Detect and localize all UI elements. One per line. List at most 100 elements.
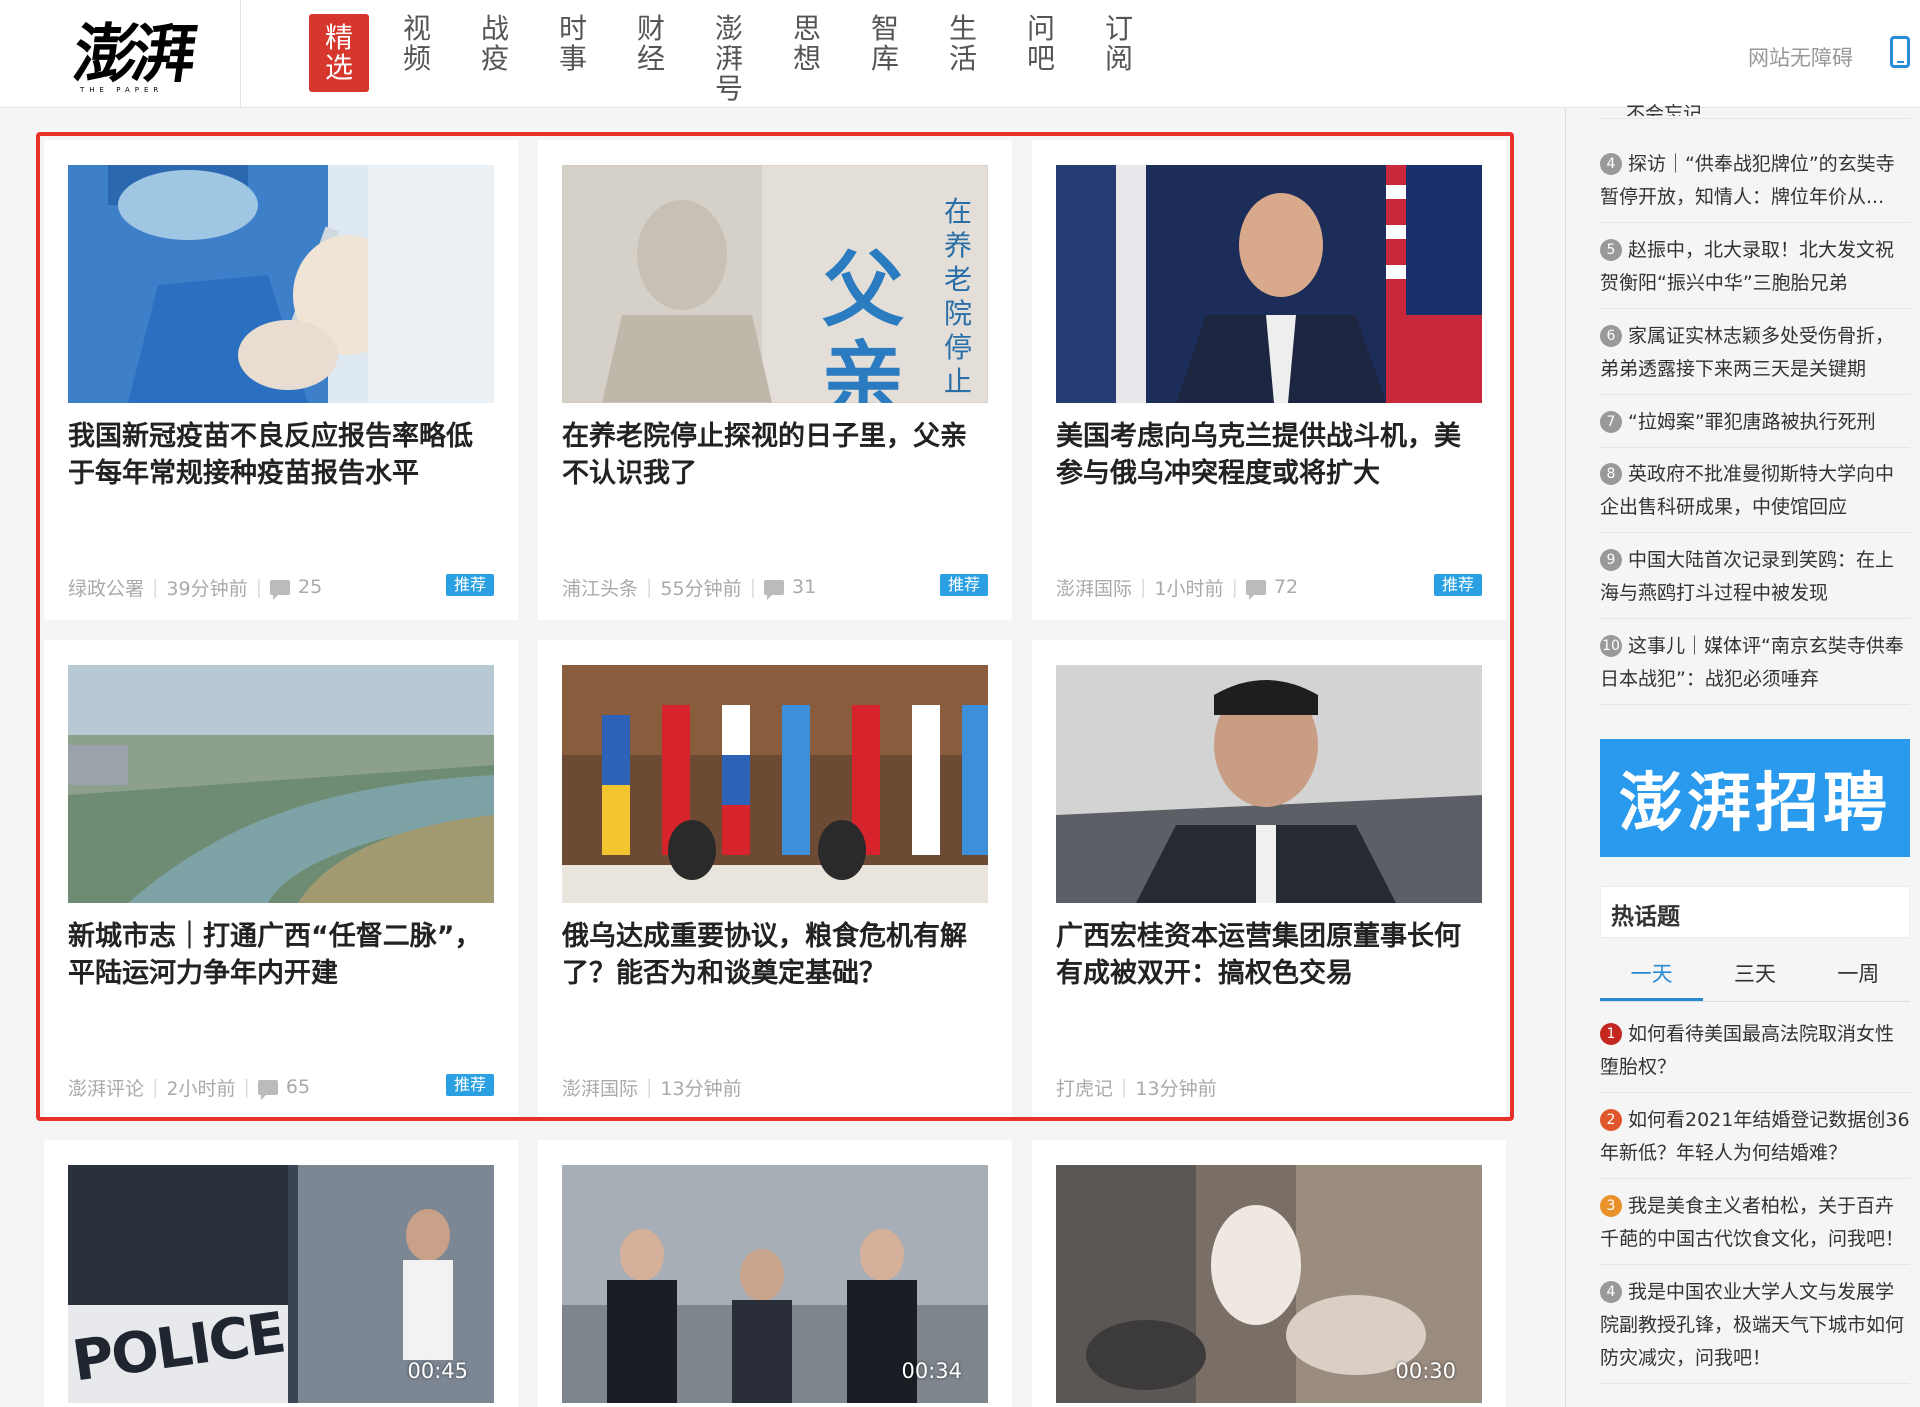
news-title[interactable]: 美国考虑向乌克兰提供战斗机，美参与俄乌冲突程度或将扩大 — [1056, 418, 1482, 492]
hot-topic-text: 我是美食主义者柏松，关于百卉千葩的中国古代饮食文化，问我吧！ — [1600, 1195, 1905, 1250]
news-thumbnail[interactable] — [562, 665, 988, 903]
news-time: 2小时前 — [166, 1077, 236, 1100]
news-time: 13分钟前 — [660, 1077, 742, 1100]
nav-item-finance[interactable]: 财经 — [612, 14, 690, 94]
tab-three-days[interactable]: 三天 — [1703, 954, 1806, 1001]
hot-topic-item[interactable]: 4 我是中国农业大学人文与发展学院副教授孔锋，极端天气下城市如何防灾减灾，问我吧！ — [1600, 1276, 1910, 1384]
rank-partial-item[interactable]: 不会忘记 — [1626, 102, 1702, 116]
rank-text: 探访｜“供奉战犯牌位”的玄奘寺暂停开放，知情人：牌位年价从... — [1600, 153, 1895, 208]
nav-label: 智库 — [870, 12, 899, 75]
meta-separator: | — [646, 1076, 653, 1098]
comment-icon — [1245, 579, 1266, 600]
news-title[interactable]: 俄乌达成重要协议，粮食危机有解了？能否为和谈奠定基础？ — [562, 918, 988, 992]
meta-separator: | — [255, 576, 263, 598]
video-duration: 00:30 — [1395, 1359, 1456, 1383]
news-source[interactable]: 浦江头条 — [562, 574, 638, 601]
nav-item-ask[interactable]: 问吧 — [1002, 14, 1080, 94]
news-meta: 澎湃评论 | 2小时前 | 65 推荐 — [68, 1074, 494, 1100]
news-card[interactable]: 新城市志｜打通广西“任督二脉”，平陆运河力争年内开建 澎湃评论 | 2小时前 |… — [44, 640, 518, 1120]
comment-icon — [270, 579, 291, 600]
nav-item-subscribe[interactable]: 订阅 — [1080, 14, 1158, 94]
video-thumbnail[interactable]: 00:34 — [562, 1165, 988, 1403]
hot-topic-text: 如何看待美国最高法院取消女性堕胎权？ — [1600, 1023, 1895, 1078]
comment-count: 25 — [298, 576, 323, 598]
nav-item-thought[interactable]: 思想 — [768, 14, 846, 94]
rank-item[interactable]: 8 英政府不批准曼彻斯特大学向中企出售科研成果，中使馆回应 — [1600, 458, 1910, 533]
news-source[interactable]: 打虎记 — [1056, 1074, 1113, 1101]
rank-item[interactable]: 4 探访｜“供奉战犯牌位”的玄奘寺暂停开放，知情人：牌位年价从... — [1600, 148, 1910, 223]
nav-item-think-tank[interactable]: 智库 — [846, 14, 924, 94]
nav-item-video[interactable]: 视频 — [378, 14, 456, 94]
news-card[interactable]: 俄乌达成重要协议，粮食危机有解了？能否为和谈奠定基础？ 澎湃国际 | 13分钟前 — [538, 640, 1012, 1120]
recruit-banner[interactable]: 澎湃招聘 — [1600, 739, 1910, 857]
recruit-text: 澎湃招聘 — [1619, 767, 1891, 841]
news-source[interactable]: 澎湃评论 — [68, 1074, 144, 1101]
news-card[interactable]: 美国考虑向乌克兰提供战斗机，美参与俄乌冲突程度或将扩大 澎湃国际 | 1小时前 … — [1032, 140, 1506, 620]
news-thumbnail[interactable] — [68, 165, 494, 403]
nav-item-pengpai-hao[interactable]: 澎湃号 — [690, 14, 768, 104]
news-time: 1小时前 — [1154, 577, 1224, 600]
news-card[interactable]: 我国新冠疫苗不良反应报告率略低于每年常规接种疫苗报告水平 绿政公署 | 39分钟… — [44, 140, 518, 620]
rank-item[interactable]: 10 这事儿｜媒体评“南京玄奘寺供奉日本战犯”：战犯必须唾弃 — [1600, 630, 1910, 705]
nav-item-life[interactable]: 生活 — [924, 14, 1002, 94]
accessibility-link[interactable]: 网站无障碍 — [1748, 42, 1853, 72]
rank-text: 这事儿｜媒体评“南京玄奘寺供奉日本战犯”：战犯必须唾弃 — [1600, 635, 1904, 690]
rank-text: “拉姆案”罪犯唐路被执行死刑 — [1628, 411, 1876, 433]
hot-topic-item[interactable]: 1 如何看待美国最高法院取消女性堕胎权？ — [1600, 1018, 1910, 1093]
news-title[interactable]: 在养老院停止探视的日子里，父亲不认识我了 — [562, 418, 988, 492]
rank-number: 8 — [1600, 463, 1622, 485]
rank-item[interactable]: 9 中国大陆首次记录到笑鸥：在上海与燕鸥打斗过程中被发现 — [1600, 544, 1910, 619]
nav-item-epidemic[interactable]: 战疫 — [456, 14, 534, 94]
comment-count: 72 — [1273, 576, 1299, 598]
nav-item-featured[interactable]: 精选 — [300, 14, 378, 94]
rank-text: 英政府不批准曼彻斯特大学向中企出售科研成果，中使馆回应 — [1600, 463, 1895, 518]
news-thumbnail[interactable] — [1056, 665, 1482, 903]
nav-label: 视频 — [402, 12, 431, 75]
news-source[interactable]: 绿政公署 — [68, 574, 144, 601]
mobile-phone-icon[interactable] — [1890, 36, 1910, 68]
thumbnail-big-text: 父亲 — [822, 242, 905, 403]
tab-one-week[interactable]: 一周 — [1807, 954, 1910, 1001]
news-thumbnail[interactable] — [68, 665, 494, 903]
hot-topic-item[interactable]: 2 如何看2021年结婚登记数据创36年新低？年轻人为何结婚难？ — [1600, 1104, 1910, 1179]
recommend-badge: 推荐 — [445, 1074, 494, 1096]
hot-topic-item[interactable]: 3 我是美食主义者柏松，关于百卉千葩的中国古代饮食文化，问我吧！ — [1600, 1190, 1910, 1265]
news-meta: 澎湃国际 | 13分钟前 — [562, 1074, 988, 1100]
rank-number: 6 — [1600, 325, 1622, 347]
news-thumbnail[interactable] — [1056, 165, 1482, 403]
news-title[interactable]: 我国新冠疫苗不良反应报告率略低于每年常规接种疫苗报告水平 — [68, 418, 494, 492]
nav-label: 生活 — [948, 12, 977, 75]
news-card[interactable]: 广西宏桂资本运营集团原董事长何有成被双开：搞权色交易 打虎记 | 13分钟前 — [1032, 640, 1506, 1120]
rank-number: 10 — [1600, 635, 1622, 657]
rank-number: 5 — [1600, 239, 1622, 261]
tab-one-day[interactable]: 一天 — [1600, 954, 1704, 1001]
video-card[interactable]: 00:30 — [1032, 1140, 1506, 1407]
nav-label: 时事 — [558, 12, 587, 75]
news-time: 55分钟前 — [660, 577, 742, 600]
rank-number: 2 — [1600, 1109, 1622, 1131]
site-logo[interactable]: 澎湃 THE PAPER — [69, 17, 214, 96]
news-title[interactable]: 广西宏桂资本运营集团原董事长何有成被双开：搞权色交易 — [1056, 918, 1482, 992]
rank-number: 1 — [1600, 1023, 1622, 1045]
video-card[interactable]: 00:34 — [538, 1140, 1012, 1407]
rank-item[interactable]: 5 赵振中，北大录取！北大发文祝贺衡阳“振兴中华”三胞胎兄弟 — [1600, 234, 1910, 309]
news-thumbnail[interactable]: 在养老院停止 父亲 — [562, 165, 988, 403]
news-card[interactable]: 在养老院停止 父亲 在养老院停止探视的日子里，父亲不认识我了 浦江头条 | 55… — [538, 140, 1012, 620]
comment-count: 65 — [285, 1076, 311, 1098]
rank-number: 7 — [1600, 411, 1622, 433]
video-thumbnail[interactable]: POLICE 00:45 — [68, 1165, 494, 1403]
hot-topic-text: 如何看2021年结婚登记数据创36年新低？年轻人为何结婚难？ — [1600, 1109, 1910, 1164]
news-source[interactable]: 澎湃国际 — [562, 1074, 638, 1101]
nav-item-current-affairs[interactable]: 时事 — [534, 14, 612, 94]
rank-item[interactable]: 7 “拉姆案”罪犯唐路被执行死刑 — [1600, 406, 1910, 448]
news-source[interactable]: 澎湃国际 — [1056, 574, 1132, 601]
news-meta: 浦江头条 | 55分钟前 | 31 推荐 — [562, 574, 988, 600]
news-title[interactable]: 新城市志｜打通广西“任督二脉”，平陆运河力争年内开建 — [68, 918, 494, 992]
video-card[interactable]: POLICE 00:45 — [44, 1140, 518, 1407]
news-meta: 绿政公署 | 39分钟前 | 25 推荐 — [68, 574, 494, 600]
rank-item[interactable]: 6 家属证实林志颖多处受伤骨折，弟弟透露接下来两三天是关键期 — [1600, 320, 1910, 395]
meta-separator: | — [152, 1076, 159, 1098]
news-time: 39分钟前 — [166, 577, 248, 600]
sidebar-divider — [1565, 108, 1566, 1407]
video-thumbnail[interactable]: 00:30 — [1056, 1165, 1482, 1403]
